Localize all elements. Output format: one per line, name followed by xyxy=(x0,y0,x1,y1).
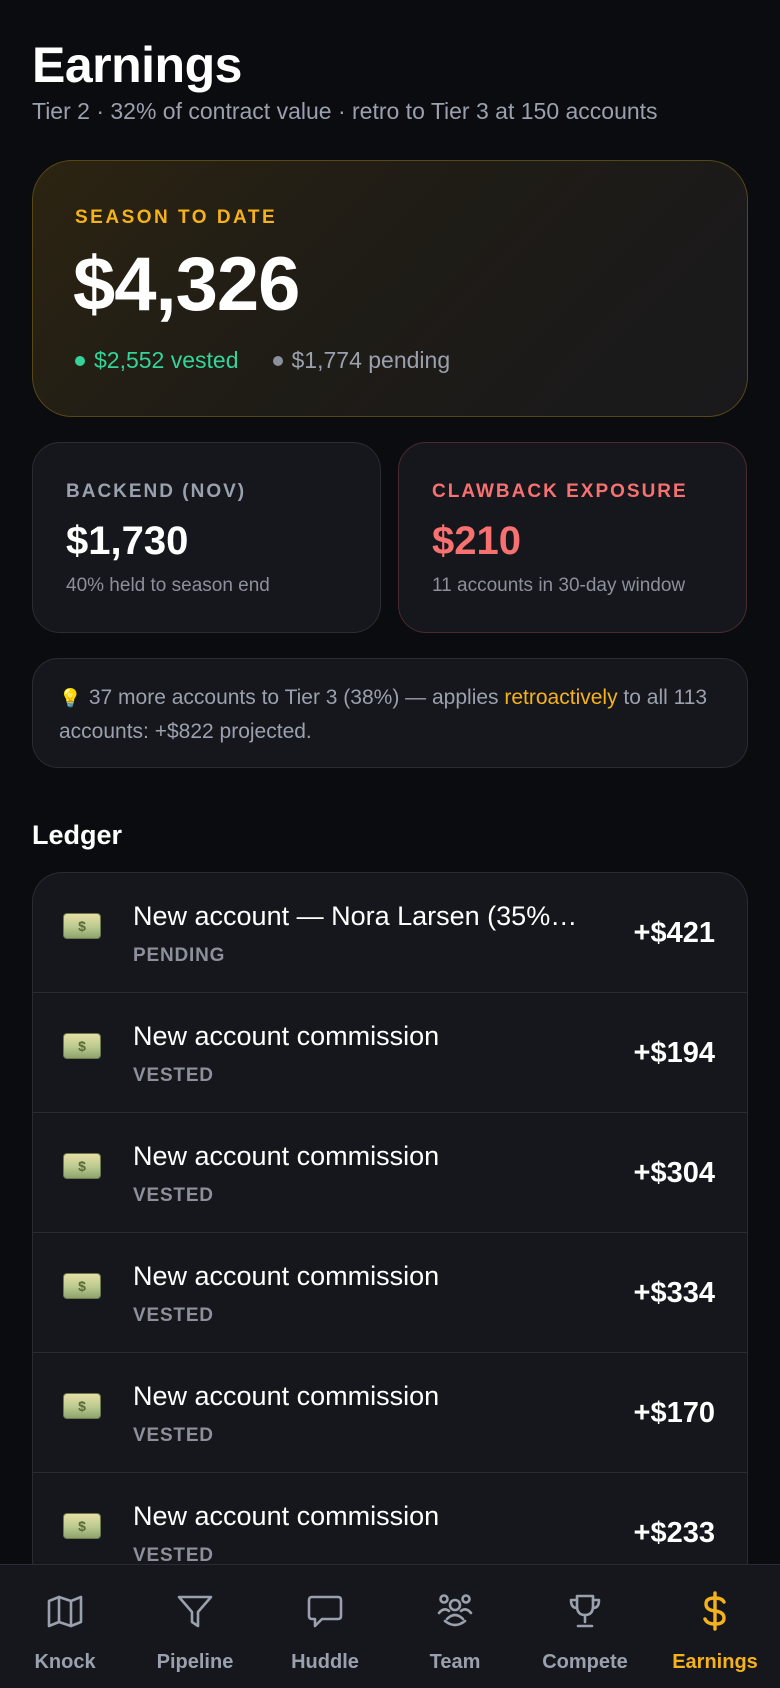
clawback-value: $210 xyxy=(432,519,521,563)
tab-label: Team xyxy=(429,1651,481,1673)
team-icon xyxy=(435,1591,475,1631)
tab-label: Compete xyxy=(542,1651,628,1673)
ledger-row-status: VESTED xyxy=(133,1065,214,1086)
ledger-title: Ledger xyxy=(32,820,123,850)
ledger-row[interactable]: $ New account commission VESTED +$304 xyxy=(33,1113,747,1233)
page-title: Earnings xyxy=(32,37,242,93)
ledger-row-amount: +$194 xyxy=(633,1037,715,1069)
ledger-list[interactable]: $ New account — Nora Larsen (35%… PENDIN… xyxy=(32,872,748,1572)
vested-dot-icon xyxy=(75,355,85,366)
ledger-row-amount: +$170 xyxy=(633,1397,715,1429)
tab-label: Earnings xyxy=(672,1651,758,1673)
season-to-date-card: SEASON TO DATE $4,326 $2,552 vested $1,7… xyxy=(32,160,748,417)
clawback-card: CLAWBACK EXPOSURE $210 11 accounts in 30… xyxy=(398,442,747,633)
tier-tip: 💡 37 more accounts to Tier 3 (38%) — app… xyxy=(32,658,748,768)
page-subtitle: Tier 2 · 32% of contract value · retro t… xyxy=(32,98,658,124)
money-icon: $ xyxy=(63,1393,101,1419)
season-stats: $2,552 vested $1,774 pending xyxy=(75,347,450,374)
tab-knock[interactable]: Knock xyxy=(0,1565,130,1688)
earnings-screen: Earnings Tier 2 · 32% of contract value … xyxy=(0,0,780,1688)
ledger-row-title: New account commission xyxy=(133,1261,440,1291)
ledger-row-status: VESTED xyxy=(133,1305,214,1326)
clawback-note: 11 accounts in 30-day window xyxy=(432,575,686,596)
ledger-row-amount: +$421 xyxy=(633,917,715,949)
chat-icon xyxy=(305,1591,345,1631)
money-icon: $ xyxy=(63,1153,101,1179)
funnel-icon xyxy=(175,1591,215,1631)
clawback-label: CLAWBACK EXPOSURE xyxy=(432,481,688,502)
backend-label: BACKEND (NOV) xyxy=(66,481,247,502)
ledger-row-title: New account — Nora Larsen (35%… xyxy=(133,901,578,931)
trophy-icon xyxy=(565,1591,605,1631)
tab-team[interactable]: Team xyxy=(390,1565,520,1688)
bottom-tab-bar: Knock Pipeline Huddle Team Compete Earni… xyxy=(0,1564,780,1688)
ledger-row-title: New account commission xyxy=(133,1501,440,1531)
ledger-row[interactable]: $ New account commission VESTED +$334 xyxy=(33,1233,747,1353)
ledger-row[interactable]: $ New account commission VESTED +$170 xyxy=(33,1353,747,1473)
ledger-row[interactable]: $ New account commission VESTED +$194 xyxy=(33,993,747,1113)
tab-earnings[interactable]: Earnings xyxy=(650,1565,780,1688)
ledger-row-amount: +$304 xyxy=(633,1157,715,1189)
pending-amount: $1,774 pending xyxy=(291,347,451,373)
ledger-row-title: New account commission xyxy=(133,1381,440,1411)
season-to-date-label: SEASON TO DATE xyxy=(75,207,278,228)
ledger-row[interactable]: $ New account commission VESTED +$233 xyxy=(33,1473,747,1572)
tip-text-before: 37 more accounts to Tier 3 (38%) — appli… xyxy=(88,686,505,709)
ledger-row-status: PENDING xyxy=(133,945,226,966)
money-icon: $ xyxy=(63,1033,101,1059)
vested-stat: $2,552 vested xyxy=(75,347,239,374)
ledger-row-status: VESTED xyxy=(133,1425,214,1446)
money-icon: $ xyxy=(63,1513,101,1539)
ledger-row-status: VESTED xyxy=(133,1185,214,1206)
backend-note: 40% held to season end xyxy=(66,575,270,596)
backend-value: $1,730 xyxy=(66,519,189,563)
ledger-row-title: New account commission xyxy=(133,1141,440,1171)
tab-pipeline[interactable]: Pipeline xyxy=(130,1565,260,1688)
season-to-date-value: $4,326 xyxy=(73,242,300,327)
tab-compete[interactable]: Compete xyxy=(520,1565,650,1688)
pending-stat: $1,774 pending xyxy=(272,347,451,374)
lightbulb-icon: 💡 xyxy=(59,688,82,708)
tip-highlight: retroactively xyxy=(504,686,618,709)
vested-amount: $2,552 vested xyxy=(94,347,239,373)
money-icon: $ xyxy=(63,913,101,939)
tab-label: Pipeline xyxy=(156,1651,234,1673)
ledger-row[interactable]: $ New account — Nora Larsen (35%… PENDIN… xyxy=(33,873,747,993)
ledger-row-title: New account commission xyxy=(133,1021,440,1051)
ledger-row-amount: +$334 xyxy=(633,1277,715,1309)
tab-label: Huddle xyxy=(291,1651,359,1673)
map-icon xyxy=(45,1591,85,1631)
tab-huddle[interactable]: Huddle xyxy=(260,1565,390,1688)
pending-dot-icon xyxy=(272,355,283,366)
money-icon: $ xyxy=(63,1273,101,1299)
backend-card: BACKEND (NOV) $1,730 40% held to season … xyxy=(32,442,381,633)
ledger-row-amount: +$233 xyxy=(633,1517,715,1549)
tab-label: Knock xyxy=(34,1651,96,1673)
dollar-icon xyxy=(695,1591,735,1631)
